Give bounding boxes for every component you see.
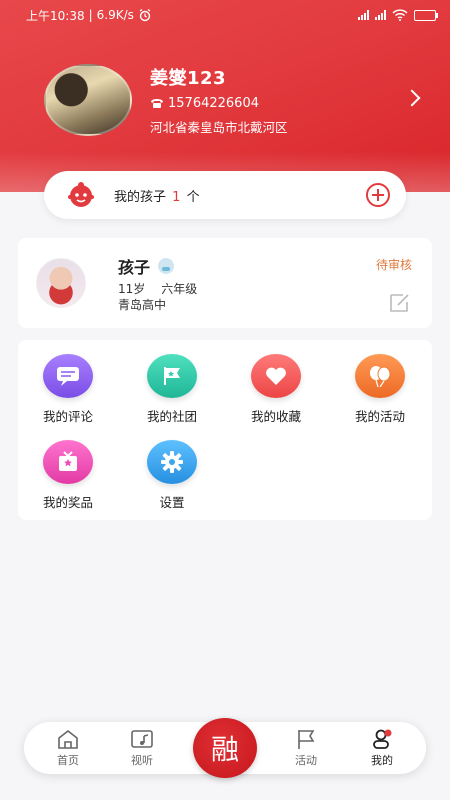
menu-label-prizes: 我的奖品 — [42, 495, 93, 510]
tab-activities[interactable]: 活动 — [276, 728, 336, 768]
menu-item-comments[interactable]: 我的评论 — [18, 354, 118, 425]
menu-item-clubs[interactable]: 我的社团 — [122, 354, 222, 425]
profile-name: 姜燮123 — [150, 68, 227, 89]
child-avatar — [36, 258, 86, 308]
tab-media[interactable]: 视听 — [112, 728, 172, 768]
signal-icon — [358, 10, 369, 20]
tab-label-media: 视听 — [131, 754, 153, 767]
menu-item-favorites[interactable]: 我的收藏 — [226, 354, 326, 425]
child-grade: 六年级 — [161, 282, 198, 296]
wifi-icon — [392, 9, 408, 21]
menu-label-clubs: 我的社团 — [146, 409, 197, 424]
center-logo-button[interactable]: 融 — [193, 718, 257, 778]
gift-icon — [43, 440, 93, 484]
media-icon — [131, 730, 153, 748]
menu-label-settings: 设置 — [159, 495, 185, 510]
children-unit: 个 — [186, 189, 200, 205]
child-name-row: 孩子 — [118, 254, 175, 278]
review-status-badge: 待审核 — [375, 258, 412, 272]
menu-label-favorites: 我的收藏 — [250, 409, 301, 424]
signal-icon-2 — [375, 10, 386, 20]
my-children-text: 我的孩子 1 个 — [114, 186, 200, 205]
add-child-button[interactable] — [366, 183, 390, 207]
menu-item-prizes[interactable]: 我的奖品 — [18, 440, 118, 511]
network-speed: 6.9K/s — [96, 8, 134, 22]
child-age: 11岁 — [118, 282, 146, 296]
my-children-label: 我的孩子 — [114, 189, 167, 205]
battery-icon — [414, 9, 438, 21]
avatar[interactable] — [44, 64, 132, 136]
menu-label-activities: 我的活动 — [354, 409, 405, 424]
child-card[interactable]: 孩子 11岁 六年级 青岛高中 待审核 — [18, 238, 432, 328]
child-school: 青岛高中 — [118, 298, 167, 312]
menu-grid: 我的评论 我的社团 我的收藏 我的活动 我的奖品 设置 — [18, 340, 432, 520]
status-bar: 上午10:38 | 6.9K/s — [0, 0, 450, 30]
children-count: 1 — [172, 189, 181, 205]
menu-item-activities[interactable]: 我的活动 — [330, 354, 430, 425]
profile-icon — [373, 729, 392, 749]
child-face-icon — [68, 182, 94, 207]
child-meta: 11岁 六年级 — [118, 280, 197, 297]
profile-info: 姜燮123 15764226604 河北省秦皇岛市北戴河区 — [150, 64, 288, 136]
alarm-icon — [139, 9, 151, 22]
balloon-icon — [355, 354, 405, 398]
tab-label-home: 首页 — [57, 754, 79, 767]
center-logo-text: 融 — [210, 733, 239, 766]
profile-phone: 15764226604 — [168, 96, 259, 111]
menu-label-comments: 我的评论 — [42, 409, 93, 424]
tab-profile[interactable]: 我的 — [352, 728, 412, 768]
heart-icon — [251, 354, 301, 398]
home-icon — [58, 729, 78, 749]
profile-phone-row: 15764226604 — [150, 96, 288, 111]
menu-item-settings[interactable]: 设置 — [122, 440, 222, 511]
phone-icon — [151, 99, 163, 108]
comment-icon — [43, 354, 93, 398]
profile-section[interactable]: 姜燮123 15764226604 河北省秦皇岛市北戴河区 — [44, 64, 288, 136]
boy-icon — [158, 258, 175, 274]
child-name: 孩子 — [118, 258, 151, 277]
edit-icon[interactable] — [388, 292, 412, 314]
profile-address: 河北省秦皇岛市北戴河区 — [150, 120, 288, 135]
tab-label-profile: 我的 — [371, 754, 393, 767]
flag-icon — [147, 354, 197, 398]
my-children-bar[interactable]: 我的孩子 1 个 — [44, 171, 406, 219]
gear-icon — [147, 440, 197, 484]
tab-label-activities: 活动 — [295, 754, 317, 767]
flag-outline-icon — [298, 730, 315, 749]
status-time: 上午10:38 — [26, 8, 85, 23]
tab-home[interactable]: 首页 — [38, 728, 98, 768]
